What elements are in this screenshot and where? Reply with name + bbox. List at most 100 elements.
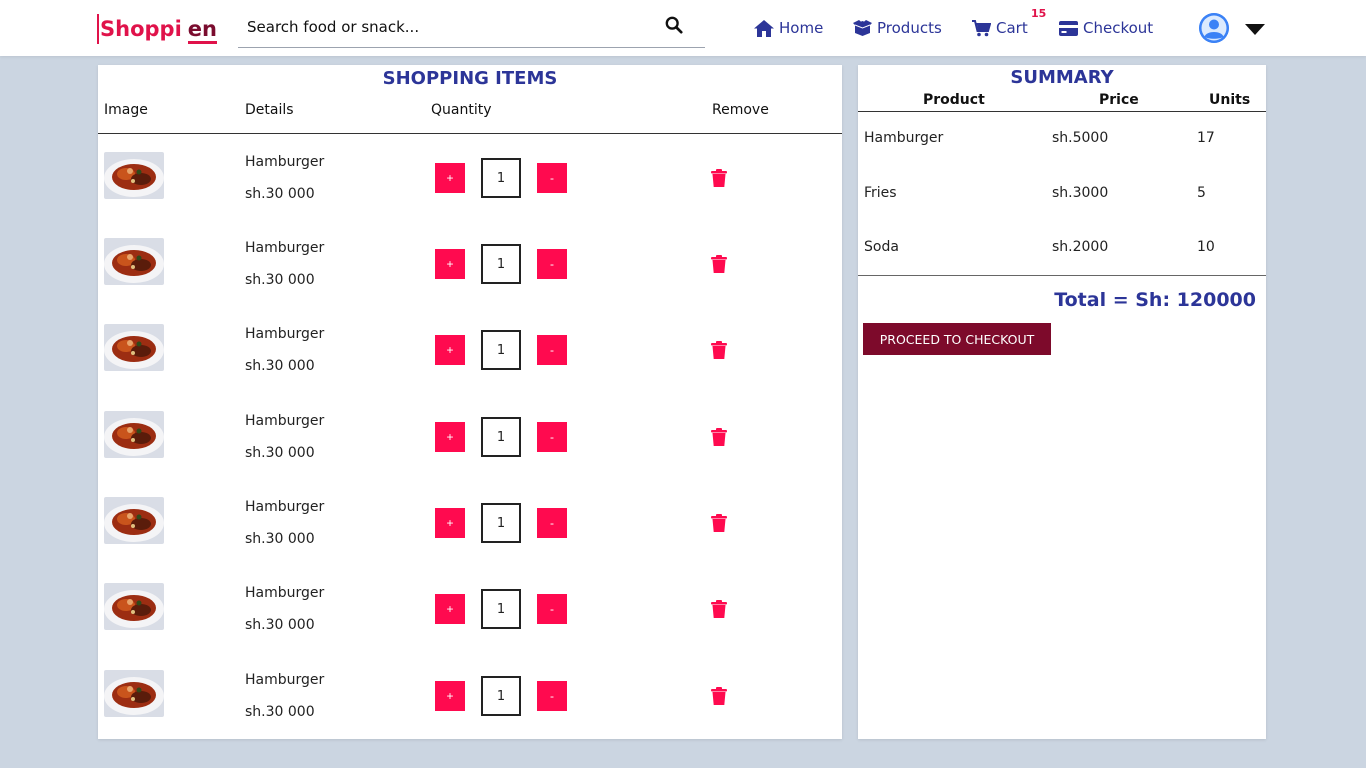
quantity-value[interactable]: 1 xyxy=(481,503,521,543)
increase-quantity-button[interactable]: + xyxy=(435,335,465,365)
food-image xyxy=(104,411,164,458)
summary-product: Hamburger xyxy=(864,130,944,146)
quantity-value[interactable]: 1 xyxy=(481,589,521,629)
increase-quantity-button[interactable]: + xyxy=(435,508,465,538)
food-image xyxy=(104,238,164,285)
summary-divider xyxy=(858,275,1266,276)
summary-units: 5 xyxy=(1197,185,1206,201)
box-icon xyxy=(853,20,872,36)
cart-item-row: Hamburger sh.30 000 +1- xyxy=(98,486,842,572)
quantity-value[interactable]: 1 xyxy=(481,417,521,457)
shopping-items-title: SHOPPING ITEMS xyxy=(382,68,558,89)
trash-icon[interactable] xyxy=(711,255,727,273)
decrease-quantity-button[interactable]: - xyxy=(537,163,567,193)
item-price: sh.30 000 xyxy=(245,531,315,547)
food-image xyxy=(104,583,164,630)
cart-item-row: Hamburger sh.30 000 +1- xyxy=(98,572,842,658)
nav-cart-label: Cart xyxy=(996,19,1028,37)
cart-item-row: Hamburger sh.30 000 +1- xyxy=(98,313,842,399)
item-name: Hamburger xyxy=(245,499,325,515)
summary-title: SUMMARY xyxy=(1010,67,1114,88)
item-name: Hamburger xyxy=(245,413,325,429)
home-icon xyxy=(754,19,774,37)
summary-price: sh.5000 xyxy=(1052,130,1109,146)
quantity-value[interactable]: 1 xyxy=(481,676,521,716)
order-total: Total = Sh: 120000 xyxy=(1054,289,1256,311)
food-image xyxy=(104,152,164,199)
item-name: Hamburger xyxy=(245,672,325,688)
decrease-quantity-button[interactable]: - xyxy=(537,422,567,452)
summary-units: 10 xyxy=(1197,239,1215,255)
increase-quantity-button[interactable]: + xyxy=(435,163,465,193)
header-remove: Remove xyxy=(712,102,769,118)
nav-products-label: Products xyxy=(877,19,942,37)
summary-header-product: Product xyxy=(923,92,985,108)
user-avatar-icon xyxy=(1199,13,1229,43)
shopping-items-panel: SHOPPING ITEMS Image Details Quantity Re… xyxy=(98,65,842,739)
avatar[interactable] xyxy=(1199,13,1229,43)
item-price: sh.30 000 xyxy=(245,617,315,633)
food-image xyxy=(104,670,164,717)
brand-name-part1: Shoppi xyxy=(100,17,182,41)
cart-item-row: Hamburger sh.30 000 +1- xyxy=(98,227,842,313)
decrease-quantity-button[interactable]: - xyxy=(537,681,567,711)
decrease-quantity-button[interactable]: - xyxy=(537,249,567,279)
item-name: Hamburger xyxy=(245,585,325,601)
nav-home-label: Home xyxy=(779,19,824,37)
decrease-quantity-button[interactable]: - xyxy=(537,594,567,624)
quantity-value[interactable]: 1 xyxy=(481,158,521,198)
decrease-quantity-button[interactable]: - xyxy=(537,335,567,365)
item-price: sh.30 000 xyxy=(245,358,315,374)
brand-logo[interactable]: Shoppi en xyxy=(97,14,217,44)
increase-quantity-button[interactable]: + xyxy=(435,249,465,279)
search-icon[interactable] xyxy=(665,16,687,38)
cart-item-row: Hamburger sh.30 000 +1- xyxy=(98,659,842,745)
item-name: Hamburger xyxy=(245,154,325,170)
nav-home[interactable]: Home xyxy=(754,17,823,39)
trash-icon[interactable] xyxy=(711,341,727,359)
cart-icon xyxy=(972,19,991,36)
summary-table-header: Product Price Units xyxy=(858,91,1266,112)
summary-panel: SUMMARY Product Price Units Hamburger sh… xyxy=(858,65,1266,739)
quantity-value[interactable]: 1 xyxy=(481,330,521,370)
item-price: sh.30 000 xyxy=(245,186,315,202)
chevron-down-icon[interactable] xyxy=(1245,24,1265,35)
increase-quantity-button[interactable]: + xyxy=(435,422,465,452)
brand-name-part2: en xyxy=(187,17,217,44)
nav-cart[interactable]: Cart xyxy=(972,17,1028,39)
summary-product: Soda xyxy=(864,239,899,255)
summary-header-units: Units xyxy=(1209,92,1251,108)
increase-quantity-button[interactable]: + xyxy=(435,681,465,711)
food-image xyxy=(104,497,164,544)
summary-header-price: Price xyxy=(1099,92,1139,108)
cart-item-row: Hamburger sh.30 000 +1- xyxy=(98,141,842,227)
summary-product: Fries xyxy=(864,185,897,201)
header-quantity: Quantity xyxy=(431,102,492,118)
trash-icon[interactable] xyxy=(711,428,727,446)
nav-checkout[interactable]: Checkout xyxy=(1059,17,1153,39)
summary-price: sh.2000 xyxy=(1052,239,1109,255)
item-name: Hamburger xyxy=(245,326,325,342)
nav-products[interactable]: Products xyxy=(853,17,942,39)
item-name: Hamburger xyxy=(245,240,325,256)
summary-price: sh.3000 xyxy=(1052,185,1109,201)
nav-checkout-label: Checkout xyxy=(1083,19,1154,37)
proceed-to-checkout-button[interactable]: PROCEED TO CHECKOUT xyxy=(863,323,1051,355)
search-bar xyxy=(238,10,705,48)
cart-item-row: Hamburger sh.30 000 +1- xyxy=(98,400,842,486)
trash-icon[interactable] xyxy=(711,687,727,705)
top-navbar: Shoppien Home Products Cart 15 Checkout xyxy=(0,0,1366,56)
increase-quantity-button[interactable]: + xyxy=(435,594,465,624)
item-price: sh.30 000 xyxy=(245,704,315,720)
credit-card-icon xyxy=(1059,20,1078,36)
decrease-quantity-button[interactable]: - xyxy=(537,508,567,538)
trash-icon[interactable] xyxy=(711,169,727,187)
search-input[interactable] xyxy=(238,10,638,44)
cart-table-header: Image Details Quantity Remove xyxy=(98,92,842,134)
header-image: Image xyxy=(104,102,148,118)
trash-icon[interactable] xyxy=(711,514,727,532)
item-price: sh.30 000 xyxy=(245,445,315,461)
quantity-value[interactable]: 1 xyxy=(481,244,521,284)
header-details: Details xyxy=(245,102,294,118)
trash-icon[interactable] xyxy=(711,600,727,618)
